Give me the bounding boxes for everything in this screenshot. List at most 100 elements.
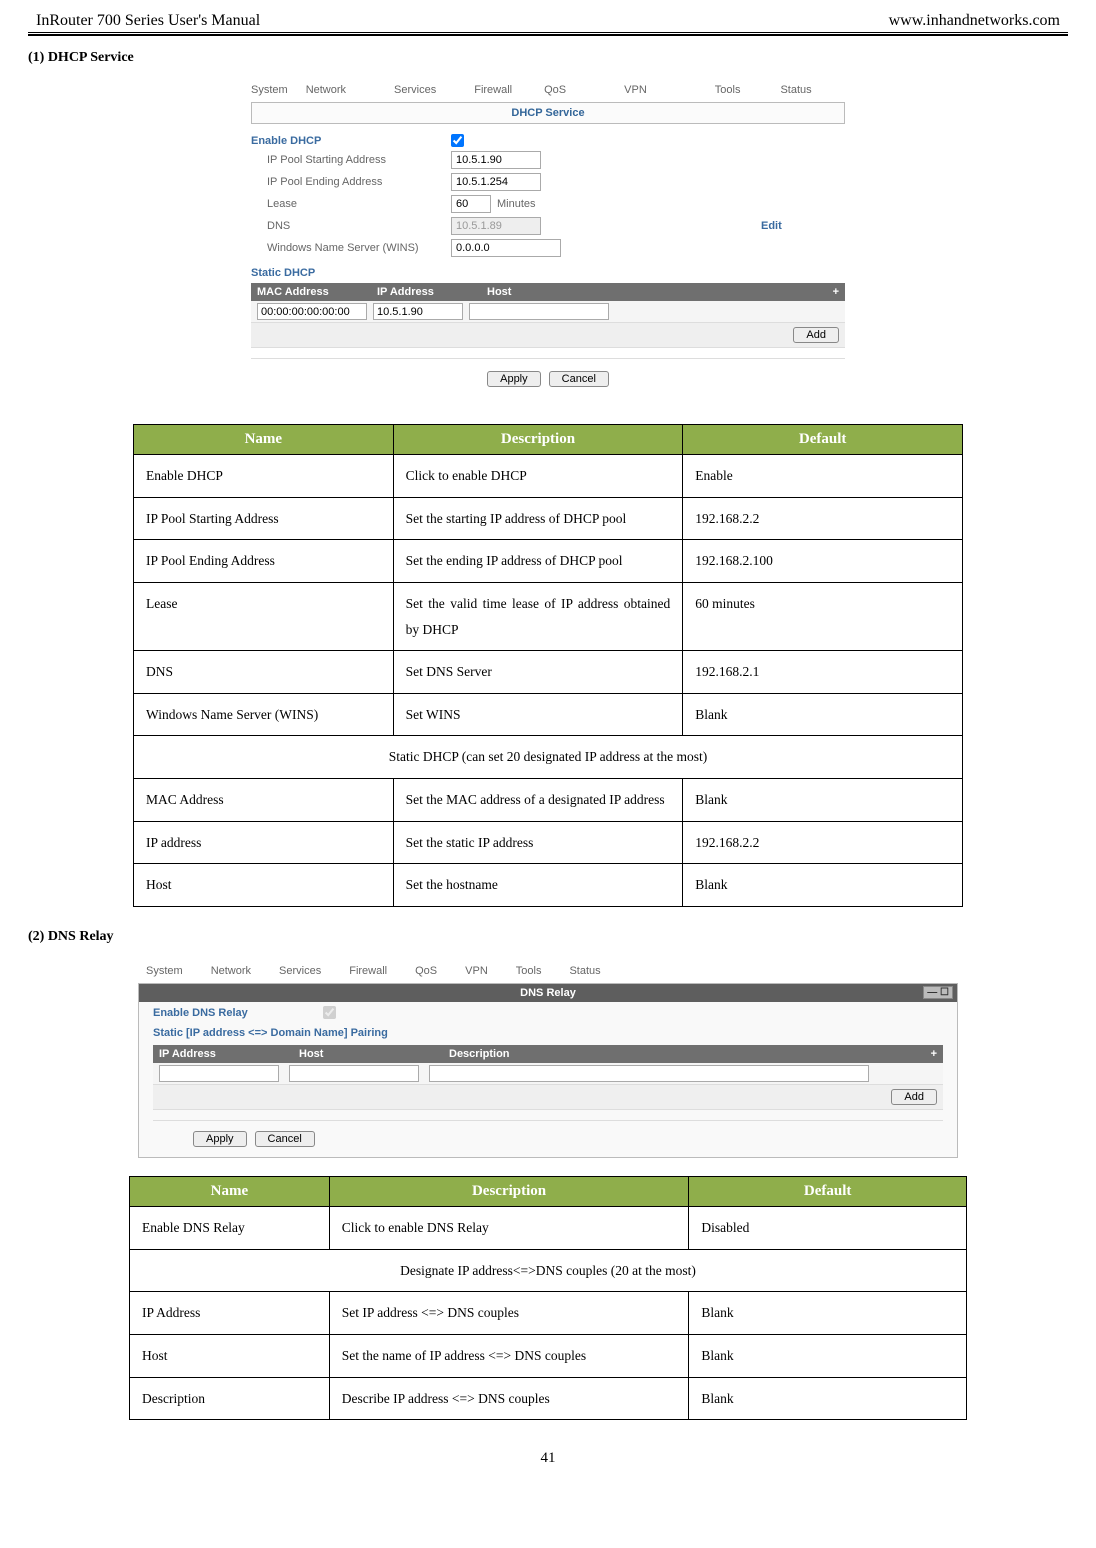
th2-default: Default: [689, 1177, 967, 1207]
table-row: DescriptionDescribe IP address <=> DNS c…: [130, 1377, 967, 1420]
nav2-qos[interactable]: QoS: [415, 965, 437, 977]
wins-label: Windows Name Server (WINS): [251, 242, 451, 254]
static-dhcp-footer: Add: [251, 323, 845, 348]
nav-firewall[interactable]: Firewall: [474, 84, 512, 96]
nav-qos[interactable]: QoS: [544, 84, 566, 96]
doc-url: www.inhandnetworks.com: [889, 12, 1060, 30]
nav2-system[interactable]: System: [146, 965, 183, 977]
table-row: IP AddressSet IP address <=> DNS couples…: [130, 1292, 967, 1335]
nav-tools[interactable]: Tools: [715, 84, 741, 96]
nav2-firewall[interactable]: Firewall: [349, 965, 387, 977]
row-wins: Windows Name Server (WINS): [233, 237, 863, 259]
wins-input[interactable]: [451, 239, 561, 257]
table-span-row: Static DHCP (can set 20 designated IP ad…: [134, 736, 963, 779]
row-dns: DNS Edit: [233, 215, 863, 237]
table-row: LeaseSet the valid time lease of IP addr…: [134, 582, 963, 650]
pair-host-input[interactable]: [289, 1065, 419, 1082]
screenshot-dhcp-service: System Network Services Firewall QoS VPN…: [233, 76, 863, 406]
row-ip-end: IP Pool Ending Address: [233, 171, 863, 193]
th-name: Name: [134, 425, 394, 455]
dns-label: DNS: [251, 220, 451, 232]
lease-input[interactable]: [451, 195, 491, 213]
page-number: 41: [28, 1450, 1068, 1467]
th2-name: Name: [130, 1177, 330, 1207]
row-enable-dns-relay: Enable DNS Relay: [139, 1002, 957, 1023]
nav-status[interactable]: Status: [780, 84, 811, 96]
lease-label: Lease: [251, 198, 451, 210]
pairing-header: IP Address Host Description +: [153, 1045, 943, 1063]
host-input[interactable]: [469, 303, 609, 320]
nav2-vpn[interactable]: VPN: [465, 965, 488, 977]
table-row: IP addressSet the static IP address192.1…: [134, 821, 963, 864]
mac-input[interactable]: [257, 303, 367, 320]
static-dhcp-row: [251, 301, 845, 323]
pairing-row: [153, 1063, 943, 1085]
add-button-2[interactable]: Add: [891, 1089, 937, 1105]
col-ip: IP Address: [377, 286, 487, 298]
apply-button[interactable]: Apply: [487, 371, 541, 387]
table-row: Windows Name Server (WINS)Set WINSBlank: [134, 693, 963, 736]
nav2-network[interactable]: Network: [211, 965, 251, 977]
col-host: Host: [487, 286, 819, 298]
pair-ip-input[interactable]: [159, 1065, 279, 1082]
nav2-tools[interactable]: Tools: [516, 965, 542, 977]
table-row: IP Pool Ending AddressSet the ending IP …: [134, 540, 963, 583]
breadcrumb-dns-relay: DNS Relay — ☐: [139, 984, 957, 1002]
page-header: InRouter 700 Series User's Manual www.in…: [28, 12, 1068, 33]
col-mac: MAC Address: [257, 286, 377, 298]
section-dns-relay-label: (2) DNS Relay: [28, 929, 1068, 945]
col-plus-icon[interactable]: +: [819, 286, 839, 298]
enable-dhcp-checkbox[interactable]: [451, 134, 464, 147]
cancel-button[interactable]: Cancel: [549, 371, 609, 387]
form-buttons-2: Apply Cancel: [153, 1120, 943, 1147]
cancel-button-2[interactable]: Cancel: [255, 1131, 315, 1147]
col2-ip: IP Address: [159, 1048, 299, 1060]
ip-end-label: IP Pool Ending Address: [251, 176, 451, 188]
static-pairing-heading: Static [IP address <=> Domain Name] Pair…: [139, 1023, 957, 1043]
screenshot-dns-relay: System Network Services Firewall QoS VPN…: [128, 957, 968, 1158]
section-dhcp-service-label: (1) DHCP Service: [28, 50, 1068, 66]
col2-plus-icon[interactable]: +: [917, 1048, 937, 1060]
static-dhcp-heading: Static DHCP: [233, 259, 863, 281]
enable-dns-relay-label: Enable DNS Relay: [153, 1007, 323, 1019]
table-row: DNSSet DNS Server192.168.2.1: [134, 651, 963, 694]
doc-title: InRouter 700 Series User's Manual: [36, 12, 260, 30]
th-default: Default: [683, 425, 963, 455]
nav-vpn[interactable]: VPN: [624, 84, 647, 96]
ip-start-label: IP Pool Starting Address: [251, 154, 451, 166]
nav2-services[interactable]: Services: [279, 965, 321, 977]
ip-end-input[interactable]: [451, 173, 541, 191]
nav2-status[interactable]: Status: [569, 965, 600, 977]
table-row: HostSet the hostnameBlank: [134, 864, 963, 907]
nav-system[interactable]: System: [251, 84, 288, 96]
breadcrumb-text: DNS Relay: [520, 987, 576, 999]
ip-start-input[interactable]: [451, 151, 541, 169]
apply-button-2[interactable]: Apply: [193, 1131, 247, 1147]
form-buttons: Apply Cancel: [251, 358, 845, 387]
enable-dhcp-label: Enable DHCP: [251, 135, 451, 147]
static-dhcp-header: MAC Address IP Address Host +: [251, 283, 845, 301]
table-row: MAC AddressSet the MAC address of a desi…: [134, 779, 963, 822]
table-row: IP Pool Starting AddressSet the starting…: [134, 497, 963, 540]
table-row: Enable DHCPClick to enable DHCPEnable: [134, 455, 963, 498]
lease-unit: Minutes: [497, 198, 536, 210]
th-desc: Description: [393, 425, 683, 455]
col2-host: Host: [299, 1048, 449, 1060]
table-row: HostSet the name of IP address <=> DNS c…: [130, 1334, 967, 1377]
nav-services[interactable]: Services: [394, 84, 436, 96]
pair-desc-input[interactable]: [429, 1065, 869, 1082]
nav-bar: System Network Services Firewall QoS VPN…: [233, 76, 863, 102]
breadcrumb-wrap: DNS Relay — ☐ Enable DNS Relay Static [I…: [138, 983, 958, 1158]
table-span-row: Designate IP address<=>DNS couples (20 a…: [130, 1249, 967, 1292]
add-button[interactable]: Add: [793, 327, 839, 343]
breadcrumb-dhcp-service: DHCP Service: [251, 102, 845, 124]
nav-network[interactable]: Network: [306, 84, 346, 96]
enable-dns-relay-checkbox[interactable]: [323, 1006, 336, 1019]
table-row: Enable DNS RelayClick to enable DNS Rela…: [130, 1207, 967, 1250]
col2-desc: Description: [449, 1048, 917, 1060]
window-controls-icon[interactable]: — ☐: [923, 986, 953, 999]
th2-desc: Description: [329, 1177, 689, 1207]
row-ip-start: IP Pool Starting Address: [233, 149, 863, 171]
dns-edit-link[interactable]: Edit: [761, 220, 782, 232]
static-ip-input[interactable]: [373, 303, 463, 320]
